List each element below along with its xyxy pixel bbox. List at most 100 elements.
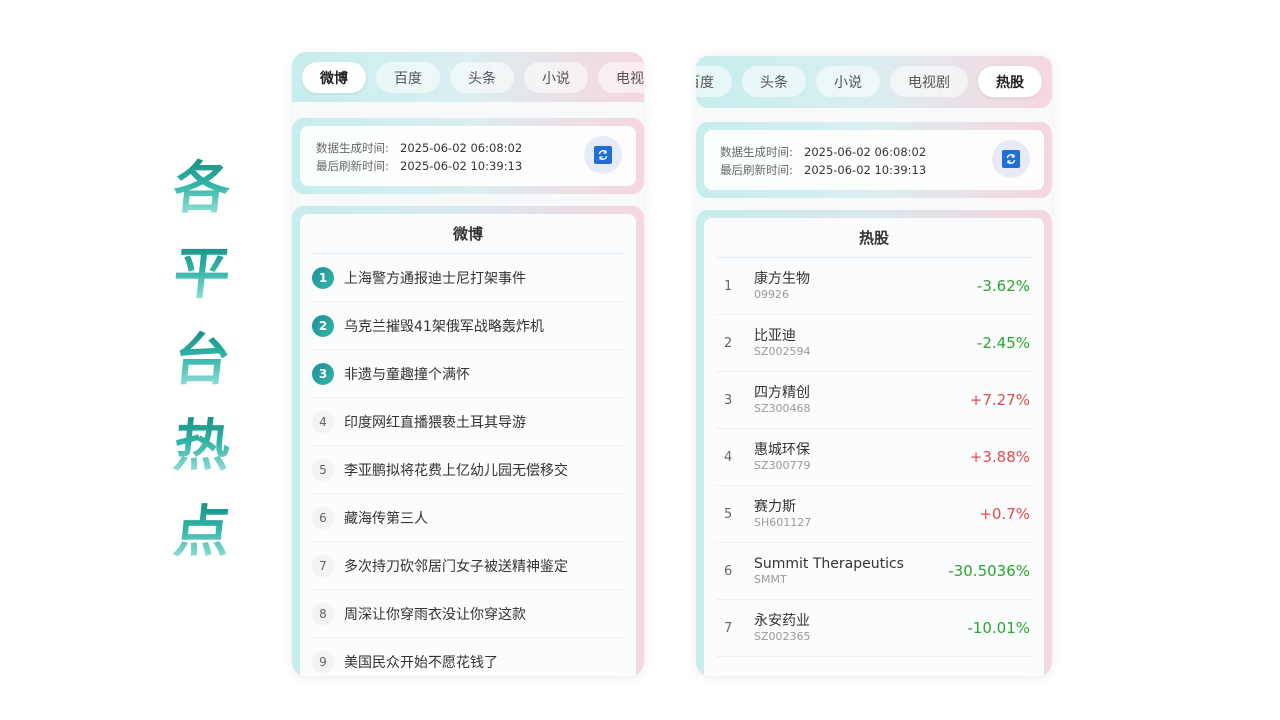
refresh-time-value: 2025-06-02 10:39:13 — [804, 163, 927, 177]
tab-toutiao[interactable]: 头条 — [450, 62, 514, 93]
hot-stock-card: 热股 1 康方生物 09926 -3.62% 2 比亚迪 SZ002594 -2.4… — [696, 210, 1052, 676]
tab-weibo[interactable]: 微博 — [302, 62, 366, 93]
item-title: 非遗与童趣撞个满怀 — [344, 366, 470, 383]
stock-name: 赛力斯 — [754, 498, 796, 515]
stock-change: +3.88% — [969, 448, 1030, 466]
item-title: 印度网红直播猥亵土耳其导游 — [344, 414, 526, 431]
stock-code: SMMT — [754, 572, 787, 586]
tab-novel[interactable]: 小说 — [524, 62, 588, 93]
stock-change: -2.45% — [976, 334, 1030, 352]
tab-list: 微博 百度 头条 小说 电视剧 — [302, 62, 644, 93]
tab-tv[interactable]: 电视剧 — [890, 66, 968, 97]
list-item[interactable]: 1 上海警方通报迪士尼打架事件 — [312, 254, 624, 302]
stock-change: -10.01% — [967, 619, 1030, 637]
stock-rank: 2 — [724, 335, 733, 351]
stock-row[interactable]: 2 比亚迪 SZ002594 -2.45% — [716, 315, 1032, 372]
info-card: 数据生成时间: 2025-06-02 06:08:02 最后刷新时间: 2025… — [696, 122, 1052, 198]
tab-hot-stocks[interactable]: 热股 — [978, 66, 1042, 97]
refresh-time-value: 2025-06-02 10:39:13 — [400, 159, 523, 173]
stock-row[interactable]: 3 四方精创 SZ300468 +7.27% — [716, 372, 1032, 429]
list-item[interactable]: 9 美国民众开始不愿花钱了 — [312, 638, 624, 676]
rank-badge: 9 — [312, 650, 334, 673]
stock-row[interactable]: 6 Summit Therapeutics SMMT -30.5036% — [716, 543, 1032, 600]
stock-row[interactable]: 7 永安药业 SZ002365 -10.01% — [716, 600, 1032, 657]
refresh-icon — [1002, 150, 1020, 168]
stock-code: SZ002594 — [754, 344, 811, 358]
stock-code: SH601127 — [754, 515, 812, 529]
tab-list: 百度 头条 小说 电视剧 热股 — [696, 66, 1042, 97]
generated-time-label: 数据生成时间: — [316, 141, 389, 155]
item-title: 藏海传第三人 — [344, 510, 428, 527]
generated-time-value: 2025-06-02 06:08:02 — [804, 145, 927, 159]
stock-info: 惠城环保 SZ300779 — [754, 442, 970, 473]
item-title: 李亚鹏拟将花费上亿幼儿园无偿移交 — [344, 462, 568, 479]
refresh-time-label: 最后刷新时间: — [720, 163, 793, 177]
stock-info: 赛力斯 SH601127 — [754, 499, 979, 530]
rank-badge: 4 — [312, 410, 334, 433]
stock-change: +7.27% — [969, 391, 1030, 409]
list-item[interactable]: 3 非遗与童趣撞个满怀 — [312, 350, 624, 398]
stock-info: 永安药业 SZ002365 — [754, 613, 967, 644]
list-item[interactable]: 6 藏海传第三人 — [312, 494, 624, 542]
stock-code: 09926 — [754, 287, 789, 301]
stock-change: -30.5036% — [948, 562, 1030, 580]
tab-baidu[interactable]: 百度 — [376, 62, 440, 93]
tab-toutiao[interactable]: 头条 — [742, 66, 806, 97]
list-item[interactable]: 2 乌克兰摧毁41架俄军战略轰炸机 — [312, 302, 624, 350]
item-title: 美国民众开始不愿花钱了 — [344, 654, 498, 671]
stock-name: 比亚迪 — [754, 327, 796, 344]
rank-badge: 7 — [312, 554, 334, 577]
stock-rank: 7 — [724, 620, 733, 636]
item-title: 上海警方通报迪士尼打架事件 — [344, 270, 526, 287]
refresh-time-label: 最后刷新时间: — [316, 159, 389, 173]
title-char: 台 — [169, 317, 234, 403]
title-char: 各 — [169, 145, 234, 231]
tab-baidu[interactable]: 百度 — [696, 66, 732, 97]
stock-row[interactable]: 1 康方生物 09926 -3.62% — [716, 258, 1032, 315]
stock-name: 惠城环保 — [754, 441, 810, 458]
stock-rank: 1 — [724, 278, 733, 294]
stock-change: +0.7% — [979, 505, 1030, 523]
stock-row[interactable]: 4 惠城环保 SZ300779 +3.88% — [716, 429, 1032, 486]
item-title: 周深让你穿雨衣没让你穿这款 — [344, 606, 526, 623]
tab-bar: 微博 百度 头条 小说 电视剧 — [292, 52, 644, 102]
stock-name: 永安药业 — [754, 612, 810, 629]
rank-badge: 2 — [312, 314, 334, 337]
stock-name: 康方生物 — [754, 270, 810, 287]
stock-row[interactable]: 5 赛力斯 SH601127 +0.7% — [716, 486, 1032, 543]
stock-rank: 6 — [724, 563, 733, 579]
list-item[interactable]: 8 周深让你穿雨衣没让你穿这款 — [312, 590, 624, 638]
refresh-icon — [594, 146, 612, 164]
stock-code: SZ300779 — [754, 458, 811, 472]
rank-badge: 8 — [312, 602, 334, 625]
title-char: 平 — [169, 231, 234, 317]
vertical-title: 各 平 台 热 点 — [166, 145, 238, 575]
item-title: 乌克兰摧毁41架俄军战略轰炸机 — [344, 318, 544, 335]
refresh-button[interactable] — [584, 136, 622, 174]
tab-bar: 百度 头条 小说 电视剧 热股 — [696, 56, 1052, 108]
list-item[interactable]: 7 多次持刀砍邻居门女子被送精神鉴定 — [312, 542, 624, 590]
title-char: 热 — [169, 403, 234, 489]
list-item[interactable]: 4 印度网红直播猥亵土耳其导游 — [312, 398, 624, 446]
tab-novel[interactable]: 小说 — [816, 66, 880, 97]
stock-info: 四方精创 SZ300468 — [754, 385, 970, 416]
rank-badge: 3 — [312, 362, 334, 385]
stock-code: SZ002365 — [754, 629, 811, 643]
refresh-button[interactable] — [992, 140, 1030, 178]
hot-list-card: 微博 1 上海警方通报迪士尼打架事件 2 乌克兰摧毁41架俄军战略轰炸机 3 非遗与童… — [292, 206, 644, 676]
stock-name: 四方精创 — [754, 384, 810, 401]
info-card-body: 数据生成时间: 2025-06-02 06:08:02 最后刷新时间: 2025… — [300, 126, 636, 186]
right-phone-screen: 百度 头条 小说 电视剧 热股 数据生成时间: 2025-06-02 06:08… — [696, 52, 1052, 676]
stock-rank: 5 — [724, 506, 733, 522]
list-item[interactable]: 5 李亚鹏拟将花费上亿幼儿园无偿移交 — [312, 446, 624, 494]
stock-name: Summit Therapeutics — [754, 555, 904, 572]
info-card: 数据生成时间: 2025-06-02 06:08:02 最后刷新时间: 2025… — [292, 118, 644, 194]
stock-change: -3.62% — [976, 277, 1030, 295]
rank-badge: 1 — [312, 266, 334, 289]
hot-stock-list: 热股 1 康方生物 09926 -3.62% 2 比亚迪 SZ002594 -2.4… — [704, 218, 1044, 676]
generated-time-label: 数据生成时间: — [720, 145, 793, 159]
list-title: 热股 — [716, 218, 1032, 258]
tab-tv[interactable]: 电视剧 — [598, 62, 644, 93]
hot-list: 微博 1 上海警方通报迪士尼打架事件 2 乌克兰摧毁41架俄军战略轰炸机 3 非遗与童… — [300, 214, 636, 676]
stock-info: Summit Therapeutics SMMT — [754, 556, 948, 587]
